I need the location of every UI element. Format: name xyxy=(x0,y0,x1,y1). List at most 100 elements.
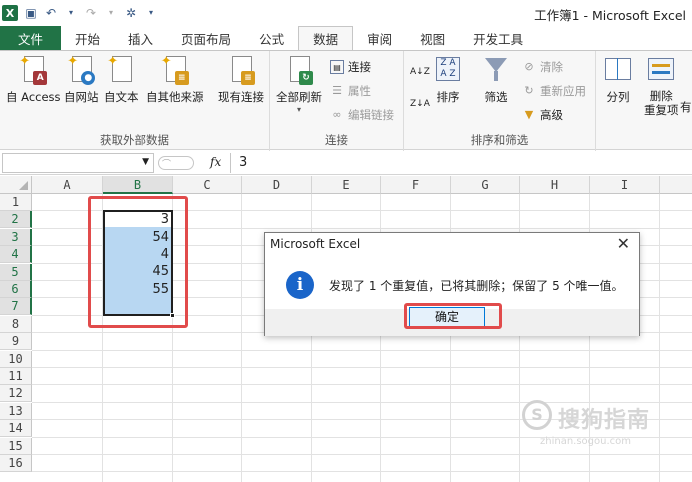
properties-button[interactable]: ☰ 属性 xyxy=(330,83,371,99)
row-header[interactable]: 8 xyxy=(0,315,32,333)
tab-developer[interactable]: 开发工具 xyxy=(459,26,537,50)
highlight-box-range xyxy=(88,196,188,328)
watermark-text: 搜狗指南 xyxy=(558,408,651,433)
redo-icon[interactable]: ↷ xyxy=(84,6,98,20)
formula-bar: ▼ ⌒ fx 3 xyxy=(0,151,692,175)
ribbon-data: ✦ A 自 Access ✦ ● 自网站 ✦ 自文本 ✦ ≡ 自其他来源 ≡ 现有连接… xyxy=(0,50,692,151)
from-other-sources-button[interactable]: ✦ ≡ 自其他来源 xyxy=(146,55,204,105)
dialog-message: 发现了 1 个重复值，已将其删除；保留了 5 个唯一值。 xyxy=(329,279,624,293)
excel-logo-icon: X xyxy=(2,5,18,21)
filter-button[interactable]: 筛选 xyxy=(482,55,510,105)
tab-data[interactable]: 数据 xyxy=(298,26,354,50)
row-header[interactable]: 14 xyxy=(0,420,32,438)
title-bar: X ▣ ↶ ▾ ↷ ▾ ✲ ▾ 工作簿1 - Microsoft Excel xyxy=(0,0,692,26)
row-header[interactable]: 16 xyxy=(0,455,32,472)
tab-page-layout[interactable]: 页面布局 xyxy=(167,26,245,50)
undo-icon[interactable]: ↶ xyxy=(44,6,58,20)
group-get-external-data: ✦ A 自 Access ✦ ● 自网站 ✦ 自文本 ✦ ≡ 自其他来源 ≡ 现有连接… xyxy=(0,51,270,151)
column-header[interactable]: F xyxy=(381,176,451,194)
column-header[interactable]: C xyxy=(173,176,242,194)
tab-formulas[interactable]: 公式 xyxy=(245,26,298,50)
tools-icon[interactable]: ✲ xyxy=(124,6,138,20)
row-header[interactable]: 3 xyxy=(0,228,32,246)
grid-line xyxy=(32,367,692,368)
sort-descending-button[interactable]: Z↓A xyxy=(410,97,430,111)
column-header[interactable]: E xyxy=(312,176,381,194)
group-connections: ↻ 全部刷新 ▾ ▤ 连接 ☰ 属性 ∞ 编辑链接 连接 xyxy=(270,51,404,151)
select-all-button[interactable] xyxy=(0,176,32,194)
tab-home[interactable]: 开始 xyxy=(61,26,114,50)
row-header[interactable]: 9 xyxy=(0,333,32,351)
from-access-button[interactable]: ✦ A 自 Access xyxy=(6,55,61,105)
row-header[interactable]: 15 xyxy=(0,437,32,455)
dropdown-icon[interactable]: ▾ xyxy=(104,6,118,20)
connections-button[interactable]: ▤ 连接 xyxy=(330,59,371,75)
from-text-button[interactable]: ✦ 自文本 xyxy=(104,55,139,105)
ribbon-tabs: 文件 开始 插入 页面布局 公式 数据 审阅 视图 开发工具 xyxy=(0,26,692,50)
column-header[interactable]: B xyxy=(103,176,173,194)
row-header[interactable]: 5 xyxy=(0,263,32,281)
filter-icon xyxy=(482,55,510,85)
column-header[interactable]: D xyxy=(242,176,312,194)
row-header[interactable]: 10 xyxy=(0,350,32,368)
more-tools-label: 有 xyxy=(680,100,692,114)
reapply-icon: ↻ xyxy=(524,84,534,97)
dropdown-icon[interactable]: ▾ xyxy=(64,6,78,20)
existing-connections-button[interactable]: ≡ 现有连接 xyxy=(218,55,264,105)
grid-line xyxy=(32,384,692,386)
row-header[interactable]: 7 xyxy=(0,298,32,316)
refresh-all-button[interactable]: ↻ 全部刷新 ▾ xyxy=(276,55,322,114)
close-icon[interactable]: ✕ xyxy=(617,234,630,253)
row-header[interactable]: 4 xyxy=(0,246,32,264)
row-header[interactable]: 1 xyxy=(0,194,32,211)
name-box-dropdown-icon[interactable]: ▼ xyxy=(142,157,149,167)
sort-button[interactable]: Z AA Z 排序 xyxy=(434,55,462,105)
advanced-filter-button[interactable]: ▼ 高级 xyxy=(522,107,563,123)
group-label: 排序和筛选 xyxy=(470,133,529,147)
info-icon: i xyxy=(286,271,314,299)
row-header[interactable]: 13 xyxy=(0,402,32,420)
customize-qat-icon[interactable]: ▾ xyxy=(144,6,158,20)
grid-line xyxy=(32,471,692,473)
watermark: S 搜狗指南 zhinan.sogou.com xyxy=(522,398,672,454)
dialog-body: i 发现了 1 个重复值，已将其删除；保留了 5 个唯一值。 xyxy=(265,257,639,309)
group-data-tools: 分列 删除 重复项 有 xyxy=(596,51,692,151)
tab-review[interactable]: 审阅 xyxy=(353,26,406,50)
text-to-columns-button[interactable]: 分列 xyxy=(604,55,632,105)
remove-duplicates-button[interactable]: 删除 重复项 xyxy=(644,55,679,117)
window-title: 工作簿1 - Microsoft Excel xyxy=(534,8,686,23)
row-header[interactable]: 12 xyxy=(0,385,32,403)
row-header[interactable]: 11 xyxy=(0,368,32,385)
column-header[interactable]: H xyxy=(520,176,590,194)
row-header[interactable]: 2 xyxy=(0,211,32,229)
expand-formula-icon[interactable]: ⌒ xyxy=(158,155,194,170)
text-to-columns-icon xyxy=(604,55,632,85)
column-header[interactable]: I xyxy=(590,176,660,194)
column-header[interactable]: A xyxy=(32,176,103,194)
grid-line xyxy=(32,349,692,351)
column-header[interactable]: G xyxy=(451,176,520,194)
sort-ascending-button[interactable]: A↓Z xyxy=(410,65,430,79)
tab-file[interactable]: 文件 xyxy=(0,26,62,50)
row-header[interactable]: 6 xyxy=(0,281,32,298)
clear-filter-button[interactable]: ⊘ 清除 xyxy=(522,59,563,75)
reapply-button[interactable]: ↻ 重新应用 xyxy=(522,83,586,99)
name-box[interactable]: ▼ xyxy=(2,152,154,173)
group-sort-filter: A↓Z Z↓A Z AA Z 排序 筛选 ⊘ 清除 ↻ 重新应用 ▼ 高级 排序… xyxy=(404,51,596,151)
edit-links-button[interactable]: ∞ 编辑链接 xyxy=(330,107,394,123)
remove-duplicates-icon xyxy=(647,55,675,85)
from-web-button[interactable]: ✦ ● 自网站 xyxy=(64,55,99,105)
sort-descending-icon: Z↓A xyxy=(410,99,430,109)
watermark-url: zhinan.sogou.com xyxy=(540,436,632,447)
insert-function-icon[interactable]: fx xyxy=(210,155,221,169)
properties-icon: ☰ xyxy=(332,84,342,97)
connections-icon: ▤ xyxy=(330,60,344,74)
column-header[interactable] xyxy=(660,176,692,194)
clear-icon: ⊘ xyxy=(524,60,534,73)
sort-ascending-icon: A↓Z xyxy=(410,67,430,77)
tab-view[interactable]: 视图 xyxy=(406,26,459,50)
highlight-box-ok xyxy=(404,303,502,329)
save-icon[interactable]: ▣ xyxy=(24,6,38,20)
formula-input[interactable]: 3 xyxy=(230,152,692,173)
tab-insert[interactable]: 插入 xyxy=(114,26,167,50)
